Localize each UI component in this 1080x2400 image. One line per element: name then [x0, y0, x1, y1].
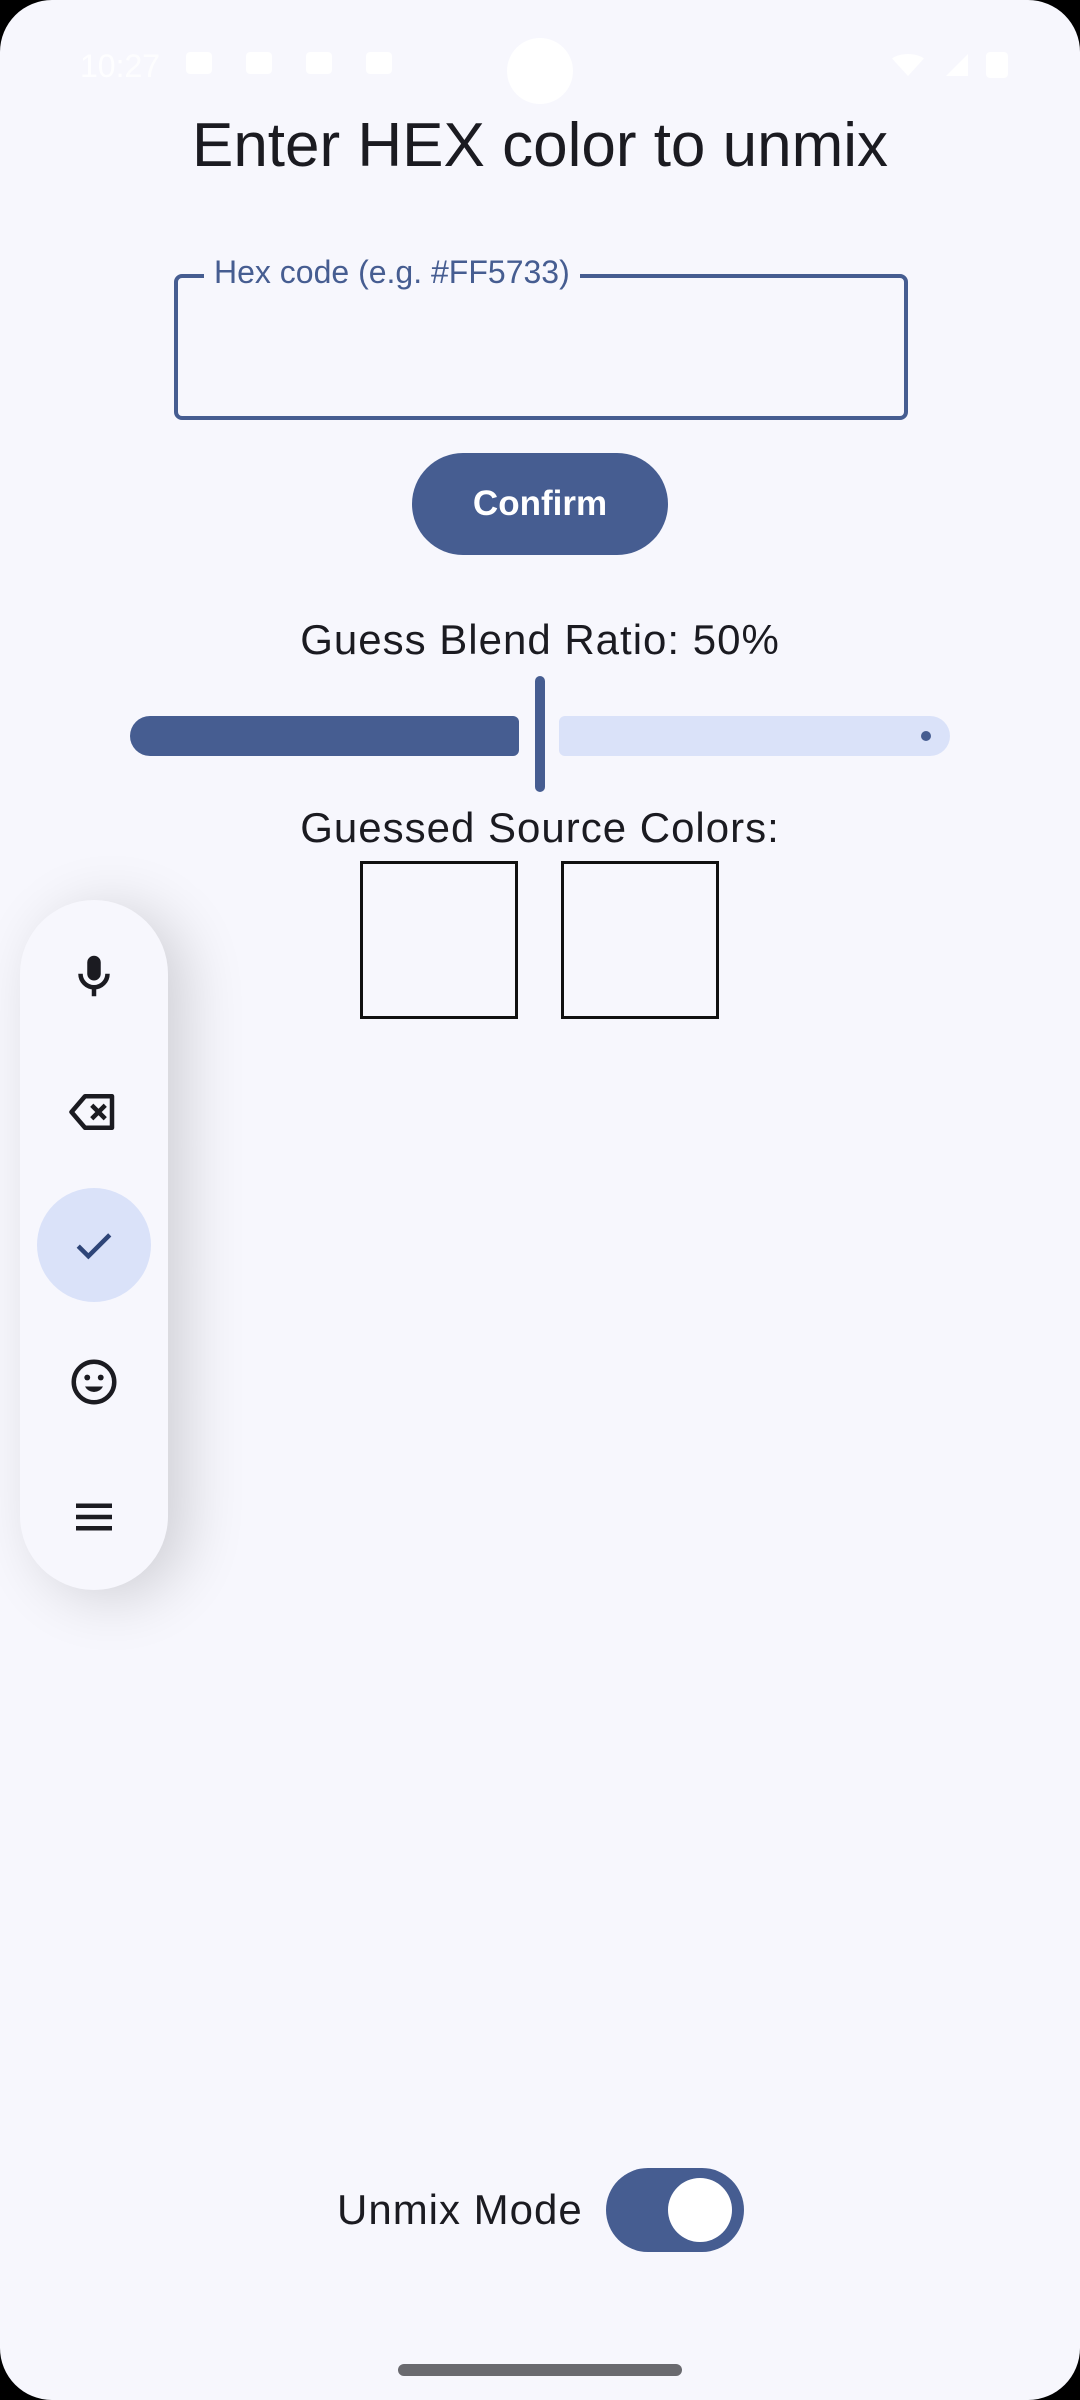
blend-ratio-slider[interactable] [130, 672, 950, 796]
slider-thumb[interactable] [535, 676, 545, 792]
wifi-icon [888, 54, 928, 76]
signal-icon [946, 54, 968, 76]
done-button[interactable] [37, 1188, 151, 1302]
backspace-button[interactable] [37, 1055, 151, 1169]
voice-input-button[interactable] [37, 919, 151, 1033]
unmix-mode-label: Unmix Mode [337, 2186, 583, 2233]
hex-code-field-label: Hex code (e.g. #FF5733) [204, 252, 580, 292]
system-icons [888, 52, 1008, 78]
emoji-icon [71, 1359, 117, 1405]
home-indicator[interactable] [398, 2364, 682, 2376]
switch-knob [668, 2178, 732, 2242]
blend-ratio-label: Guess Blend Ratio: 50% [300, 616, 780, 663]
guessed-source-colors-label: Guessed Source Colors: [300, 804, 780, 851]
backspace-icon [69, 1094, 115, 1130]
page-title: Enter HEX color to unmix [191, 111, 889, 180]
camera-cutout [507, 38, 573, 104]
menu-button[interactable] [37, 1460, 151, 1574]
hex-code-input[interactable] [186, 310, 890, 382]
unmix-mode-switch[interactable] [606, 2168, 744, 2252]
source-color-swatch-1 [360, 861, 518, 1019]
notification-icon [366, 52, 392, 74]
camera-notification-icon [306, 52, 332, 74]
menu-icon [76, 1503, 112, 1531]
status-time: 10:27 [80, 48, 161, 84]
emoji-button[interactable] [37, 1325, 151, 1439]
app-screen: 10:27 Enter HEX color to unmix Hex code … [0, 0, 1080, 2400]
battery-icon [986, 52, 1008, 78]
notification-icons [186, 52, 392, 74]
confirm-button[interactable]: Confirm [412, 453, 668, 555]
keyboard-toolbar [20, 900, 168, 1590]
slider-inactive-track [559, 716, 950, 756]
slider-end-dot [921, 731, 931, 741]
notification-icon [186, 52, 212, 74]
source-color-swatch-2 [561, 861, 719, 1019]
checkmark-icon [76, 1233, 112, 1260]
slider-active-track [130, 716, 519, 756]
microphone-icon [78, 955, 110, 997]
notification-icon [246, 52, 272, 74]
